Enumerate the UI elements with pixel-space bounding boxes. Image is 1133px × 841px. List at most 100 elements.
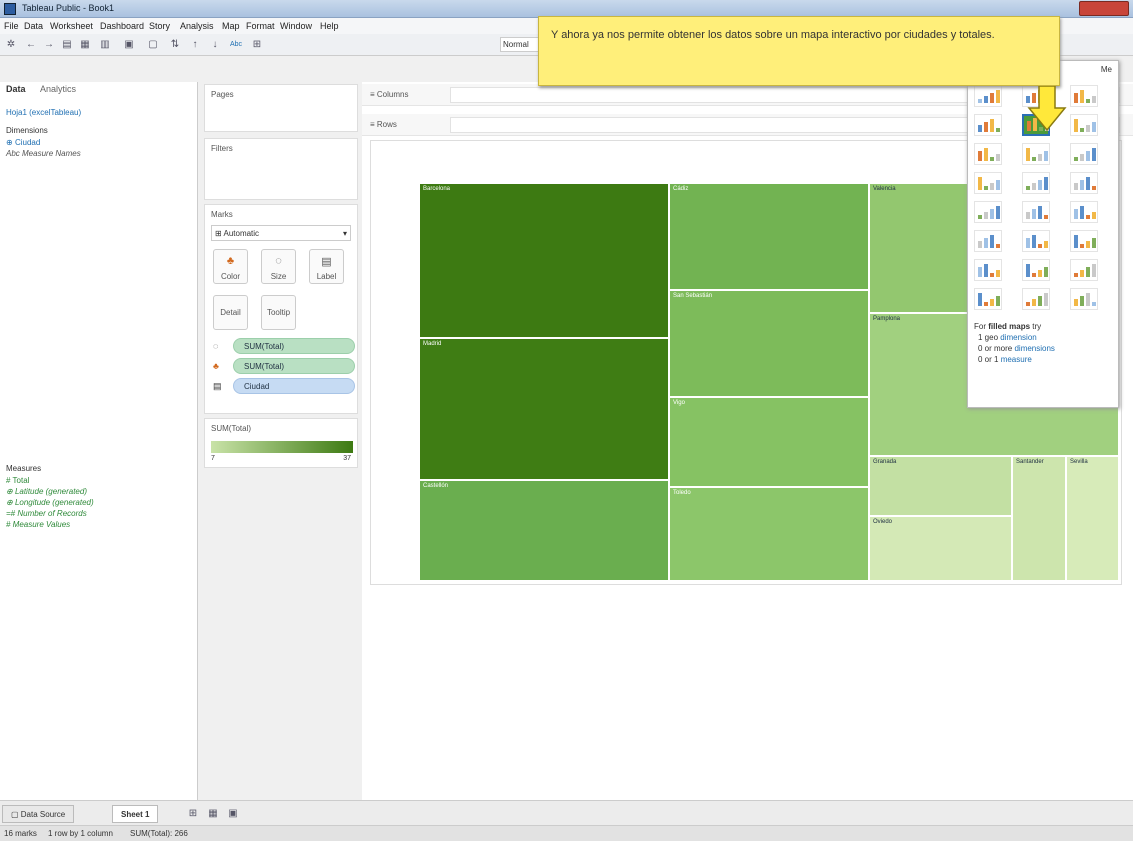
new-sheet-icon[interactable]: ⊞ bbox=[186, 807, 200, 821]
chart-type-icon[interactable] bbox=[1070, 201, 1098, 223]
chart-type-icon[interactable] bbox=[1022, 201, 1050, 223]
forward-icon[interactable]: → bbox=[42, 38, 56, 52]
dimension-ciudad[interactable]: ⊕ Ciudad bbox=[6, 138, 40, 147]
show-labels-button[interactable]: Abc bbox=[228, 38, 244, 52]
chart-type-icon[interactable] bbox=[974, 259, 1002, 281]
menu-story[interactable]: Story bbox=[149, 21, 170, 31]
chart-type-glyph bbox=[1092, 148, 1096, 161]
chart-type-glyph bbox=[978, 241, 982, 248]
sort-ascending-icon[interactable]: ↑ bbox=[188, 38, 202, 52]
measure-total[interactable]: # Total bbox=[6, 476, 29, 485]
chart-type-icon[interactable] bbox=[1070, 143, 1098, 165]
chart-type-icon[interactable] bbox=[974, 172, 1002, 194]
menu-window[interactable]: Window bbox=[280, 21, 312, 31]
chart-type-glyph bbox=[1074, 93, 1078, 103]
treemap-cell[interactable]: Madrid bbox=[419, 338, 669, 480]
tab-analytics[interactable]: Analytics bbox=[40, 84, 76, 94]
menu-data[interactable]: Data bbox=[24, 21, 43, 31]
new-worksheet-icon[interactable]: ▥ bbox=[98, 38, 112, 52]
label-button[interactable]: ▤ Label bbox=[309, 249, 344, 284]
menu-format[interactable]: Format bbox=[246, 21, 275, 31]
chart-type-icon[interactable] bbox=[1070, 172, 1098, 194]
detail-button[interactable]: Detail bbox=[213, 295, 248, 330]
swap-icon[interactable]: ⇅ bbox=[168, 38, 182, 52]
measure-number-of-records[interactable]: =# Number of Records bbox=[6, 509, 87, 518]
chart-type-glyph bbox=[1026, 238, 1030, 248]
treemap-cell[interactable]: Granada bbox=[869, 456, 1012, 516]
chart-type-icon[interactable] bbox=[1070, 114, 1098, 136]
treemap-cell[interactable]: Vigo bbox=[669, 397, 869, 487]
new-dashboard-icon[interactable]: ▦ bbox=[206, 807, 220, 821]
chart-type-icon[interactable] bbox=[1070, 230, 1098, 252]
help-line-1: 1 geo dimension bbox=[978, 333, 1037, 342]
chart-type-icon[interactable] bbox=[1022, 230, 1050, 252]
chart-type-glyph bbox=[1032, 299, 1036, 306]
datasource-tab[interactable]: ▢ Data Source bbox=[2, 805, 75, 823]
sheet-tab-active[interactable]: Sheet 1 bbox=[112, 805, 159, 823]
datasource-item[interactable]: Hoja1 (excelTableau) bbox=[6, 108, 81, 117]
new-datasource-icon[interactable]: ▦ bbox=[78, 38, 92, 52]
chart-type-icon[interactable] bbox=[1022, 143, 1050, 165]
chart-type-icon[interactable] bbox=[974, 288, 1002, 310]
chart-type-icon[interactable] bbox=[974, 85, 1002, 107]
color-button[interactable]: ♣ Color bbox=[213, 249, 248, 284]
menu-map[interactable]: Map bbox=[222, 21, 240, 31]
chart-type-glyph bbox=[1080, 244, 1084, 248]
treemap-cell[interactable]: Sevilla bbox=[1066, 456, 1119, 581]
filters-card[interactable]: Filters bbox=[204, 138, 358, 200]
chart-type-icon[interactable] bbox=[974, 114, 1002, 136]
mark-type-dropdown[interactable]: ⊞ Automatic ▾ bbox=[211, 225, 351, 241]
pill-color-sum-total[interactable]: SUM(Total) bbox=[233, 358, 355, 374]
chart-type-icon[interactable] bbox=[1070, 85, 1098, 107]
chart-type-icon[interactable] bbox=[974, 230, 1002, 252]
fit-icon[interactable]: ⊞ bbox=[250, 38, 264, 52]
marks-title: Marks bbox=[211, 210, 233, 219]
chart-type-icon[interactable] bbox=[1022, 288, 1050, 310]
measure-latitude[interactable]: ⊕ Latitude (generated) bbox=[6, 487, 87, 496]
treemap-cell[interactable]: San Sebastián bbox=[669, 290, 869, 397]
window-close-button[interactable] bbox=[1079, 1, 1129, 16]
menu-dashboard[interactable]: Dashboard bbox=[100, 21, 144, 31]
label-icon: ▤ bbox=[213, 381, 222, 391]
chart-type-glyph bbox=[996, 244, 1000, 248]
color-legend[interactable]: SUM(Total) 7 37 bbox=[204, 418, 358, 468]
measure-values[interactable]: # Measure Values bbox=[6, 520, 70, 529]
chart-type-icon[interactable] bbox=[1022, 172, 1050, 194]
sort-descending-icon[interactable]: ↓ bbox=[208, 38, 222, 52]
treemap-cell[interactable]: Oviedo bbox=[869, 516, 1012, 581]
fit-dropdown[interactable]: Normal bbox=[500, 37, 540, 52]
size-icon: ◌ bbox=[275, 255, 282, 267]
save-icon[interactable]: ▤ bbox=[60, 38, 74, 52]
chart-type-glyph bbox=[984, 186, 988, 190]
cards-pane: Pages Filters Marks ⊞ Automatic ▾ ♣ Color… bbox=[202, 82, 360, 800]
menu-file[interactable]: File bbox=[4, 21, 19, 31]
pill-size-sum-total[interactable]: SUM(Total) bbox=[233, 338, 355, 354]
chart-type-icon[interactable] bbox=[974, 201, 1002, 223]
chart-type-glyph bbox=[996, 128, 1000, 132]
pages-card[interactable]: Pages bbox=[204, 84, 358, 132]
chart-type-icon[interactable] bbox=[974, 143, 1002, 165]
treemap-cell[interactable]: Cádiz bbox=[669, 183, 869, 290]
pill-label-ciudad[interactable]: Ciudad bbox=[233, 378, 355, 394]
size-button[interactable]: ◌ Size bbox=[261, 249, 296, 284]
duplicate-sheet-icon[interactable]: ▣ bbox=[122, 38, 136, 52]
chart-type-icon[interactable] bbox=[1022, 259, 1050, 281]
treemap-cell[interactable]: Barcelona bbox=[419, 183, 669, 338]
chart-type-glyph bbox=[984, 238, 988, 248]
measure-longitude[interactable]: ⊕ Longitude (generated) bbox=[6, 498, 94, 507]
menu-help[interactable]: Help bbox=[320, 21, 339, 31]
menu-analysis[interactable]: Analysis bbox=[180, 21, 214, 31]
treemap-cell[interactable]: Castellón bbox=[419, 480, 669, 581]
back-icon[interactable]: ← bbox=[24, 38, 38, 52]
tableau-logo-icon[interactable]: ✲ bbox=[4, 38, 18, 52]
tooltip-button[interactable]: Tooltip bbox=[261, 295, 296, 330]
treemap-cell[interactable]: Santander bbox=[1012, 456, 1066, 581]
chart-type-icon[interactable] bbox=[1070, 288, 1098, 310]
menu-worksheet[interactable]: Worksheet bbox=[50, 21, 93, 31]
new-story-icon[interactable]: ▣ bbox=[226, 807, 240, 821]
chart-type-icon[interactable] bbox=[1070, 259, 1098, 281]
dimension-measure-names[interactable]: Abc Measure Names bbox=[6, 149, 81, 158]
clear-sheet-icon[interactable]: ▢ bbox=[146, 38, 160, 52]
treemap-cell[interactable]: Toledo bbox=[669, 487, 869, 581]
tab-data[interactable]: Data bbox=[6, 84, 26, 94]
